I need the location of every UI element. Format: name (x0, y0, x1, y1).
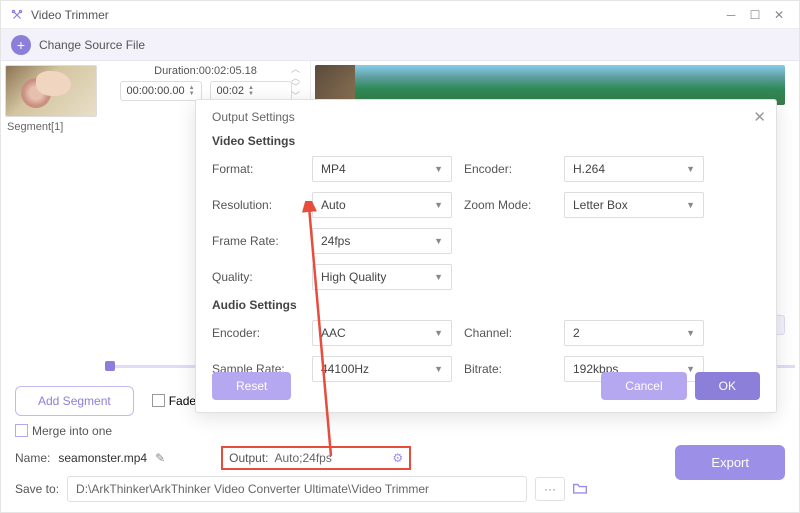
caret-down-icon: ▼ (686, 328, 695, 338)
video-settings-heading: Video Settings (212, 134, 760, 148)
toolbar: + Change Source File (1, 29, 799, 61)
output-settings-modal: Output Settings ✕ Video Settings Format:… (195, 99, 777, 413)
add-segment-button[interactable]: Add Segment (15, 386, 134, 416)
channel-label: Channel: (464, 326, 552, 340)
resolution-label: Resolution: (212, 198, 300, 212)
segment-index-label: Segment[1] (5, 117, 97, 137)
output-label: Output: (229, 451, 268, 465)
reset-button[interactable]: Reset (212, 372, 291, 400)
caret-down-icon: ▼ (686, 200, 695, 210)
format-select[interactable]: MP4▼ (312, 156, 452, 182)
saveto-label: Save to: (15, 482, 59, 496)
modal-title: Output Settings (212, 110, 760, 124)
ok-button[interactable]: OK (695, 372, 760, 400)
timeline-handle[interactable] (105, 361, 115, 371)
add-source-button[interactable]: + (11, 35, 31, 55)
modal-close-icon[interactable]: ✕ (753, 108, 766, 126)
spinner-icon[interactable]: ▲▼ (248, 86, 260, 97)
caret-down-icon: ▼ (434, 272, 443, 282)
audio-encoder-label: Encoder: (212, 326, 300, 340)
minimize-button[interactable]: ─ (719, 3, 743, 27)
caret-down-icon: ▼ (434, 328, 443, 338)
spinner-icon[interactable]: ▲▼ (189, 86, 195, 97)
output-summary-box: Output: Auto;24fps ⚙ (221, 446, 411, 470)
change-source-label[interactable]: Change Source File (39, 38, 145, 52)
saveto-path-input[interactable]: D:\ArkThinker\ArkThinker Video Converter… (67, 476, 527, 502)
zoom-mode-label: Zoom Mode: (464, 198, 552, 212)
open-folder-icon[interactable] (571, 481, 589, 498)
quality-select[interactable]: High Quality▼ (312, 264, 452, 290)
video-encoder-select[interactable]: H.264▼ (564, 156, 704, 182)
duration-label: Duration:00:02:05.18 (107, 65, 304, 77)
app-logo-icon (9, 7, 25, 23)
zoom-mode-select[interactable]: Letter Box▼ (564, 192, 704, 218)
resolution-select[interactable]: Auto▼ (312, 192, 452, 218)
start-time-input[interactable]: 00:00:00.00▲▼ (120, 81, 202, 101)
caret-down-icon: ▼ (434, 200, 443, 210)
browse-folder-button[interactable]: ··· (535, 477, 565, 501)
channel-select[interactable]: 2▼ (564, 320, 704, 346)
encoder-label: Encoder: (464, 162, 552, 176)
close-button[interactable]: ✕ (767, 3, 791, 27)
name-label: Name: (15, 451, 50, 465)
frame-rate-select[interactable]: 24fps▼ (312, 228, 452, 254)
merge-label: Merge into one (32, 424, 112, 438)
cancel-button[interactable]: Cancel (601, 372, 686, 400)
segments-column: Segment[1] (1, 61, 101, 371)
frame-rate-label: Frame Rate: (212, 234, 300, 248)
merge-checkbox[interactable] (15, 424, 28, 437)
segment-thumbnail[interactable] (5, 65, 97, 117)
export-button[interactable]: Export (675, 445, 785, 480)
maximize-button[interactable]: ☐ (743, 3, 767, 27)
caret-down-icon: ▼ (686, 164, 695, 174)
quality-label: Quality: (212, 270, 300, 284)
gear-icon[interactable]: ⚙ (392, 451, 403, 465)
fade-in-checkbox[interactable] (152, 394, 165, 407)
caret-down-icon: ▼ (434, 164, 443, 174)
titlebar: Video Trimmer ─ ☐ ✕ (1, 1, 799, 29)
segment-scroll[interactable]: ︿︿﹀﹀ (291, 65, 300, 101)
audio-encoder-select[interactable]: AAC▼ (312, 320, 452, 346)
caret-down-icon: ▼ (434, 236, 443, 246)
output-value: Auto;24fps (274, 451, 386, 465)
window-title: Video Trimmer (31, 8, 109, 22)
edit-name-icon[interactable]: ✎ (155, 451, 165, 465)
end-time-input[interactable]: 00:02▲▼ (210, 81, 292, 101)
name-value: seamonster.mp4 (58, 451, 147, 465)
audio-settings-heading: Audio Settings (212, 298, 760, 312)
format-label: Format: (212, 162, 300, 176)
